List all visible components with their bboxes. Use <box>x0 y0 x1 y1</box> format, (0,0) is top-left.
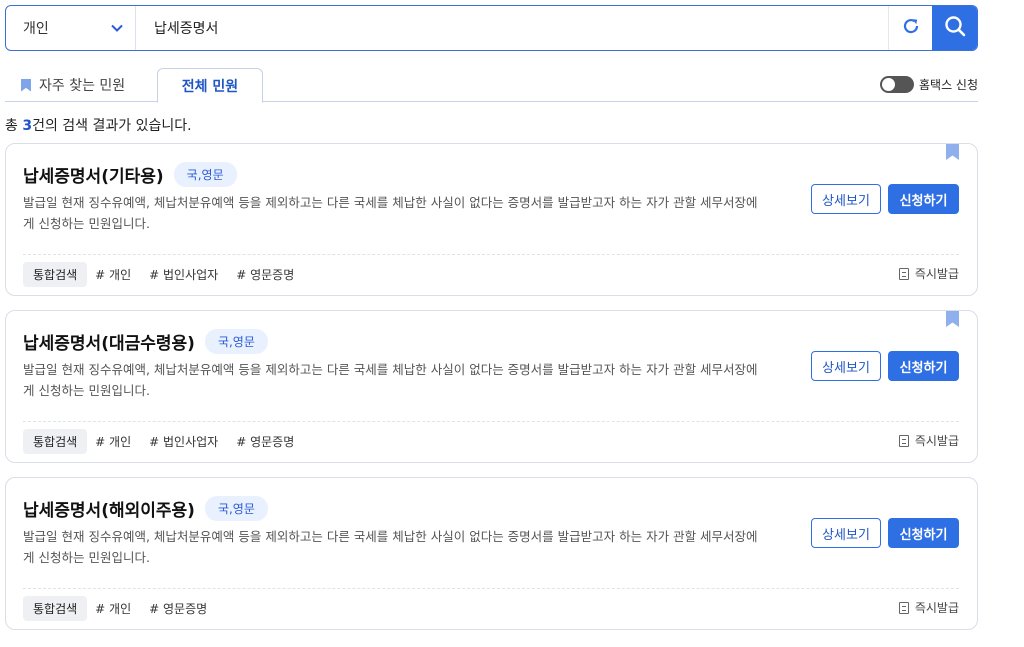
tag-integrated-search[interactable]: 통합검색 <box>23 596 88 621</box>
result-count-prefix: 총 <box>5 118 23 134</box>
service-card: 납세증명서(해외이주용) 국,영문 발급일 현재 징수유예액, 체납처분유예액 … <box>5 477 978 630</box>
divider <box>23 254 959 255</box>
instant-issue-label: 즉시발급 <box>898 265 959 282</box>
document-icon <box>898 434 909 447</box>
apply-button[interactable]: 신청하기 <box>888 518 959 548</box>
toggle-switch[interactable] <box>879 76 914 93</box>
bookmark-icon <box>21 78 31 92</box>
search-input[interactable] <box>136 6 888 50</box>
refresh-icon <box>901 16 921 40</box>
tag-item[interactable]: # 영문증명 <box>236 433 294 450</box>
tab-all-label: 전체 민원 <box>181 78 239 95</box>
result-count-suffix: 건의 검색 결과가 있습니다. <box>32 118 192 134</box>
category-select[interactable]: 개인 <box>6 6 136 50</box>
tag-item[interactable]: # 영문증명 <box>149 600 207 617</box>
tab-favorites-label: 자주 찾는 민원 <box>39 78 126 94</box>
search-bar: 개인 <box>5 5 978 51</box>
instant-issue-label: 즉시발급 <box>898 432 959 449</box>
detail-button[interactable]: 상세보기 <box>811 518 881 548</box>
tag-list: 통합검색 # 개인 # 영문증명 <box>23 596 225 621</box>
tag-item[interactable]: # 영문증명 <box>236 266 294 283</box>
search-icon <box>944 15 966 41</box>
language-badge: 국,영문 <box>173 162 237 187</box>
result-count: 총 3건의 검색 결과가 있습니다. <box>5 115 192 135</box>
bookmark-icon[interactable] <box>946 311 959 327</box>
card-description: 발급일 현재 징수유예액, 체납처분유예액 등을 제외하고는 다른 국세를 체납… <box>23 362 758 398</box>
tag-item[interactable]: # 법인사업자 <box>149 266 218 283</box>
divider <box>23 588 959 589</box>
tag-list: 통합검색 # 개인 # 법인사업자 # 영문증명 <box>23 262 312 287</box>
document-icon <box>898 267 909 280</box>
card-title: 납세증명서(기타용) <box>23 167 164 187</box>
tag-item[interactable]: # 개인 <box>95 433 131 450</box>
tab-bar: 자주 찾는 민원 전체 민원 홈택스 신청 <box>5 68 978 103</box>
tag-item[interactable]: # 법인사업자 <box>149 433 218 450</box>
detail-button[interactable]: 상세보기 <box>811 351 881 381</box>
service-card: 납세증명서(기타용) 국,영문 발급일 현재 징수유예액, 체납처분유예액 등을… <box>5 143 978 296</box>
service-card: 납세증명서(대금수령용) 국,영문 발급일 현재 징수유예액, 체납처분유예액 … <box>5 310 978 463</box>
tab-all[interactable]: 전체 민원 <box>157 68 263 103</box>
card-description: 발급일 현재 징수유예액, 체납처분유예액 등을 제외하고는 다른 국세를 체납… <box>23 529 758 565</box>
language-badge: 국,영문 <box>204 496 268 521</box>
tab-favorites[interactable]: 자주 찾는 민원 <box>21 68 125 102</box>
search-button[interactable] <box>932 6 977 50</box>
bookmark-icon[interactable] <box>946 144 959 160</box>
apply-button[interactable]: 신청하기 <box>888 184 959 214</box>
instant-issue-text: 즉시발급 <box>914 434 959 448</box>
category-select-value: 개인 <box>23 21 49 37</box>
instant-issue-text: 즉시발급 <box>914 601 959 615</box>
document-icon <box>898 601 909 614</box>
card-title: 납세증명서(해외이주용) <box>23 501 195 521</box>
instant-issue-label: 즉시발급 <box>898 599 959 616</box>
tag-integrated-search[interactable]: 통합검색 <box>23 429 88 454</box>
reset-button[interactable] <box>888 6 932 50</box>
detail-button[interactable]: 상세보기 <box>811 184 881 214</box>
divider <box>23 421 959 422</box>
result-count-number: 3 <box>22 118 33 134</box>
tag-item[interactable]: # 개인 <box>95 600 131 617</box>
card-description: 발급일 현재 징수유예액, 체납처분유예액 등을 제외하고는 다른 국세를 체납… <box>23 195 758 231</box>
chevron-down-icon <box>111 21 123 35</box>
tag-integrated-search[interactable]: 통합검색 <box>23 262 88 287</box>
apply-button[interactable]: 신청하기 <box>888 351 959 381</box>
tag-item[interactable]: # 개인 <box>95 266 131 283</box>
hometax-toggle-label: 홈택스 신청 <box>918 78 978 92</box>
instant-issue-text: 즉시발급 <box>914 267 959 281</box>
language-badge: 국,영문 <box>204 329 268 354</box>
card-title: 납세증명서(대금수령용) <box>23 334 195 354</box>
tag-list: 통합검색 # 개인 # 법인사업자 # 영문증명 <box>23 429 312 454</box>
hometax-toggle[interactable]: 홈택스 신청 <box>879 76 978 93</box>
